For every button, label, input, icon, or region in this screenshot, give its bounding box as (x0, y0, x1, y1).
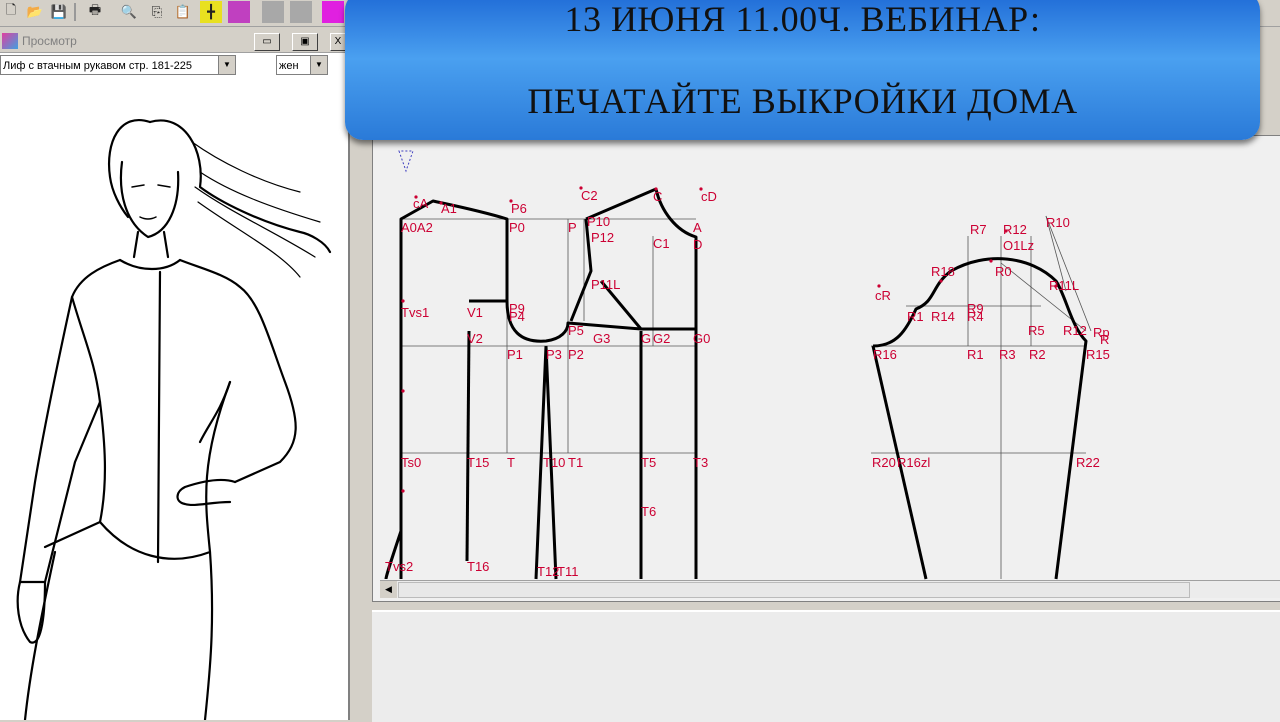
tile-icon[interactable] (262, 1, 284, 23)
print-preview-icon[interactable]: 🔍 (118, 1, 140, 23)
toolbar-separator (74, 3, 76, 21)
new-file-icon[interactable]: 🗋 (0, 1, 22, 23)
banner-line-1: 13 ИЮНЯ 11.00Ч. ВЕБИНАР: (564, 0, 1041, 39)
preview-window: Просмотр ▭ ▣ X Лиф с втачным рукавом стр… (0, 30, 350, 720)
scrollbar-thumb[interactable] (398, 582, 1190, 598)
gender-select[interactable]: жен ▼ (276, 55, 328, 75)
horizontal-scrollbar[interactable]: ◀ (380, 580, 1280, 598)
paste-icon[interactable]: 📋 (172, 1, 194, 23)
chevron-down-icon[interactable]: ▼ (310, 56, 327, 74)
open-folder-icon[interactable]: 📂 (24, 1, 46, 23)
minimize-button[interactable]: ▭ (254, 33, 280, 51)
scroll-left-icon[interactable]: ◀ (380, 581, 397, 598)
image-icon[interactable] (228, 1, 250, 23)
preview-titlebar: Просмотр ▭ ▣ X (0, 30, 348, 53)
banner-line-2: ПЕЧАТАЙТЕ ВЫКРОЙКИ ДОМА (527, 81, 1078, 121)
save-icon[interactable]: 💾 (48, 1, 70, 23)
fashion-sketch (16, 119, 332, 720)
restore-button[interactable]: ▣ (292, 33, 318, 51)
pattern-select-value: Лиф с втачным рукавом стр. 181-225 (3, 60, 193, 72)
chevron-down-icon[interactable]: ▼ (218, 56, 235, 74)
tile-icon-2[interactable] (290, 1, 312, 23)
paint-icon[interactable] (322, 1, 344, 23)
pattern-select[interactable]: Лиф с втачным рукавом стр. 181-225 ▼ (0, 55, 236, 75)
app-icon (2, 33, 18, 49)
pattern-canvas[interactable]: cA A1 P6 C2 C cD A0A2 P0 P P10 A P12 C1 … (372, 135, 1280, 602)
gender-select-value: жен (279, 60, 299, 72)
webinar-banner: 13 ИЮНЯ 11.00Ч. ВЕБИНАР: ПЕЧАТАЙТЕ ВЫКРО… (345, 0, 1260, 140)
close-button[interactable]: X (330, 33, 346, 51)
grid-icon[interactable]: ╋ (200, 1, 222, 23)
lower-panel (372, 610, 1280, 722)
print-icon[interactable]: 🖶 (84, 1, 106, 23)
pattern-drawing (384, 150, 1092, 580)
copy-icon[interactable]: ⎘ (146, 1, 168, 23)
preview-title: Просмотр (22, 34, 77, 48)
